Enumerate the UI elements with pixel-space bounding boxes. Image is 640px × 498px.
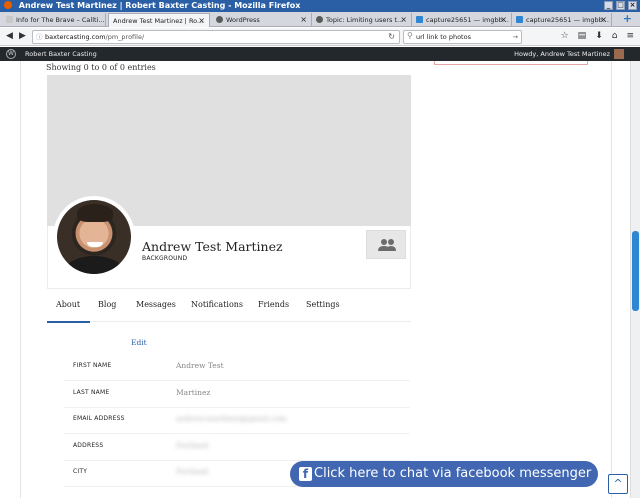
profile-photo — [57, 200, 131, 274]
browser-tab-info-brave[interactable]: Info for The Brave – Callti... — [2, 13, 106, 27]
profile-tag: BACKGROUND — [142, 255, 188, 262]
maximize-button[interactable]: □ — [616, 1, 625, 10]
field-value: Andrew Test — [176, 361, 224, 370]
search-input[interactable]: ⚲ url link to photos → — [403, 30, 522, 44]
photo-smile — [87, 242, 103, 247]
window-titlebar: Andrew Test Martinez | Robert Baxter Cas… — [0, 0, 640, 12]
tab-label: Info for The Brave – Callti... — [16, 16, 105, 24]
browser-tab-imgbb-2[interactable]: capture25651 — imgbb... × — [512, 13, 612, 27]
wordpress-icon — [216, 16, 223, 23]
field-value: Martinez — [176, 388, 211, 397]
tab-label: Andrew Test Martinez | Ro... — [113, 17, 204, 25]
close-tab-icon[interactable]: × — [500, 13, 507, 27]
window-title: Andrew Test Martinez | Robert Baxter Cas… — [18, 1, 301, 10]
tab-strip: Info for The Brave – Callti... Andrew Te… — [0, 12, 640, 27]
close-tab-icon[interactable]: × — [400, 13, 407, 27]
tab-label: Topic: Limiting users t... — [326, 16, 404, 24]
edit-link[interactable]: Edit — [131, 338, 147, 347]
tab-label: WordPress — [226, 16, 260, 24]
browser-tab-profile[interactable]: Andrew Test Martinez | Ro... × — [108, 13, 210, 27]
imgbb-icon — [416, 16, 423, 23]
menu-icon[interactable]: ≡ — [626, 31, 634, 41]
firefox-icon — [4, 1, 12, 9]
url-path: /pm_profile/ — [105, 33, 145, 41]
field-email: EMAIL ADDRESS andrew.martinez@gmail.com — [64, 407, 410, 434]
user-avatar[interactable] — [614, 49, 624, 59]
home-icon[interactable]: ⌂ — [612, 31, 618, 41]
site-name-link[interactable]: Robert Baxter Casting — [25, 47, 97, 61]
browser-tab-imgbb-1[interactable]: capture25651 — imgbb... × — [412, 13, 512, 27]
tab-blog[interactable]: Blog — [98, 300, 116, 309]
chat-label: Click here to chat via facebook messenge… — [314, 466, 592, 481]
field-label: FIRST NAME — [73, 362, 112, 369]
url-bar[interactable]: ⓘ baxtercasting.com/pm_profile/ ↻ — [32, 30, 400, 44]
photo-hair — [77, 204, 113, 222]
profile-tabs: About Blog Messages Notifications Friend… — [46, 290, 411, 323]
tab-friends[interactable]: Friends — [258, 300, 289, 309]
scrollbar-thumb[interactable] — [632, 231, 639, 311]
wp-admin-bar: W Robert Baxter Casting Howdy, Andrew Te… — [0, 47, 640, 61]
window-controls: _ □ × — [604, 1, 637, 10]
back-button[interactable]: ◀ — [6, 31, 13, 42]
search-go-icon[interactable]: → — [513, 31, 518, 43]
navigation-toolbar: ◀ ▶ ⓘ baxtercasting.com/pm_profile/ ↻ ⚲ … — [0, 28, 640, 46]
entries-count: Showing 0 to 0 of 0 entries — [46, 63, 156, 72]
close-tab-icon[interactable]: × — [600, 13, 607, 27]
sidebar-widget-edge — [434, 61, 588, 65]
field-label: ADDRESS — [73, 442, 104, 449]
field-value-redacted: Portland — [176, 441, 209, 450]
tab-label: capture25651 — imgbb... — [526, 16, 609, 24]
tab-settings[interactable]: Settings — [306, 300, 340, 309]
tab-notifications[interactable]: Notifications — [191, 300, 243, 309]
groups-button[interactable] — [366, 230, 406, 259]
tab-about[interactable]: About — [46, 300, 91, 323]
field-first-name: FIRST NAME Andrew Test — [64, 354, 410, 381]
url-domain: baxtercasting.com — [45, 33, 106, 41]
field-label: LAST NAME — [73, 389, 110, 396]
browser-tab-wordpress[interactable]: WordPress × — [212, 13, 312, 27]
field-value-redacted: Portland — [176, 467, 209, 476]
minimize-button[interactable]: _ — [604, 1, 613, 10]
close-tab-icon[interactable]: × — [198, 14, 205, 27]
page-favicon-icon — [6, 16, 13, 23]
reload-icon[interactable]: ↻ — [388, 31, 395, 43]
profile-name: Andrew Test Martinez — [142, 239, 283, 254]
wordpress-logo-icon[interactable]: W — [6, 49, 16, 59]
tab-messages[interactable]: Messages — [136, 300, 176, 309]
facebook-icon: f — [299, 467, 312, 481]
new-tab-button[interactable]: + — [623, 13, 632, 25]
field-label: EMAIL ADDRESS — [73, 415, 125, 422]
profile-avatar[interactable] — [53, 196, 135, 278]
forward-button[interactable]: ▶ — [19, 31, 26, 42]
tab-label: capture25651 — imgbb... — [426, 16, 509, 24]
photo-shirt — [65, 256, 123, 274]
search-icon: ⚲ — [407, 31, 413, 40]
close-window-button[interactable]: × — [628, 1, 637, 10]
imgbb-icon — [516, 16, 523, 23]
close-tab-icon[interactable]: × — [300, 13, 307, 27]
wordpress-icon — [316, 16, 323, 23]
search-value: url link to photos — [416, 33, 471, 41]
field-last-name: LAST NAME Martinez — [64, 381, 410, 408]
field-address: ADDRESS Portland — [64, 434, 410, 461]
back-to-top-button[interactable]: ^ — [608, 474, 628, 494]
download-icon[interactable]: ⬇ — [595, 31, 603, 41]
toolbar-icons: ☆ ▤ ⬇ ⌂ ≡ — [561, 31, 634, 41]
browser-tab-topic[interactable]: Topic: Limiting users t... × — [312, 13, 412, 27]
page-scrollbar[interactable] — [630, 61, 640, 498]
site-info-icon[interactable]: ⓘ — [36, 31, 43, 43]
reader-list-icon[interactable]: ▤ — [578, 31, 587, 41]
bookmark-star-icon[interactable]: ☆ — [561, 31, 569, 41]
field-label: CITY — [73, 468, 88, 475]
group-icon — [378, 239, 396, 251]
field-value-redacted: andrew.martinez@gmail.com — [176, 414, 287, 423]
account-menu[interactable]: Howdy, Andrew Test Martinez — [514, 47, 610, 61]
messenger-chat-button[interactable]: f Click here to chat via facebook messen… — [290, 461, 598, 487]
